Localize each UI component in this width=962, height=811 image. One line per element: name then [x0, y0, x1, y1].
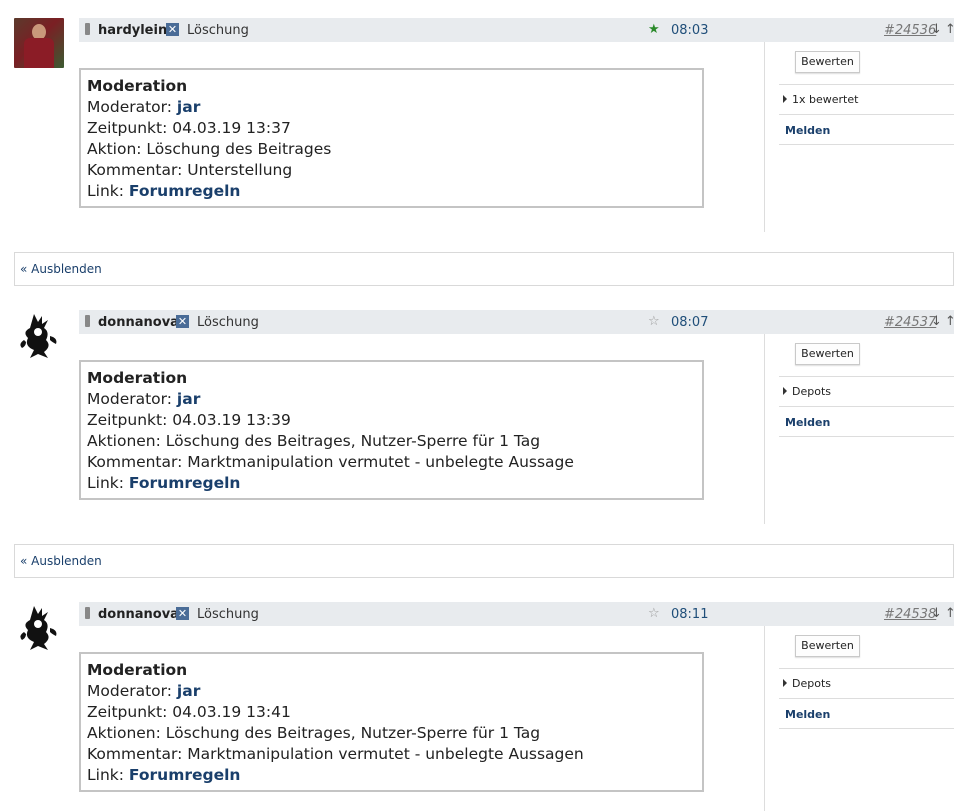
column-divider	[764, 42, 765, 232]
link-label: Link:	[87, 474, 129, 492]
moderation-title: Moderation	[87, 661, 188, 679]
moderator-line: Moderator: jar	[87, 681, 696, 702]
moderator-label: Moderator:	[87, 390, 177, 408]
user-avatar[interactable]	[14, 310, 64, 360]
moderator-link[interactable]: jar	[177, 390, 200, 408]
link-label: Link:	[87, 182, 129, 200]
moderation-time: Zeitpunkt: 04.03.19 13:37	[87, 119, 291, 137]
hide-bar: « Ausblenden	[14, 252, 954, 286]
forum-rules-link[interactable]: Forumregeln	[129, 182, 241, 200]
sidebar-divider	[779, 114, 954, 115]
user-avatar[interactable]	[14, 602, 64, 652]
sidebar-divider	[779, 436, 954, 437]
expand-triangle-icon	[783, 95, 787, 103]
depots-toggle[interactable]: Depots	[783, 677, 831, 690]
post-number-link[interactable]: #24537	[884, 315, 936, 330]
spade-figure-icon	[20, 606, 57, 650]
post-status: Löschung	[197, 315, 259, 330]
moderator-link[interactable]: jar	[177, 682, 200, 700]
depots-toggle[interactable]: Depots	[783, 385, 831, 398]
deleted-x-icon: ✕	[176, 315, 189, 328]
column-divider	[764, 626, 765, 811]
ratings-label: 1x bewertet	[792, 93, 859, 106]
user-avatar[interactable]	[14, 18, 64, 68]
star-icon[interactable]: ★	[648, 22, 660, 37]
moderator-label: Moderator:	[87, 98, 177, 116]
sidebar-divider	[779, 728, 954, 729]
post-time: 08:11	[671, 607, 709, 622]
expand-triangle-icon	[783, 679, 787, 687]
post-username[interactable]: donnanova:	[98, 607, 184, 622]
star-icon[interactable]: ☆	[648, 606, 660, 621]
navigate-arrows-icon[interactable]: ↓↑	[931, 22, 959, 37]
moderation-box: Moderation Moderator: jar Zeitpunkt: 04.…	[79, 68, 704, 208]
moderation-box: Moderation Moderator: jar Zeitpunkt: 04.…	[79, 652, 704, 792]
sidebar-divider	[779, 698, 954, 699]
post-status: Löschung	[187, 23, 249, 38]
report-link[interactable]: Melden	[785, 124, 830, 137]
moderation-comment: Kommentar: Marktmanipulation vermutet - …	[87, 453, 574, 471]
moderation-time: Zeitpunkt: 04.03.19 13:41	[87, 703, 291, 721]
hide-link[interactable]: « Ausblenden	[20, 554, 102, 568]
expand-triangle-icon	[783, 387, 787, 395]
rules-line: Link: Forumregeln	[87, 181, 696, 202]
rules-line: Link: Forumregeln	[87, 765, 696, 786]
spade-figure-icon	[20, 314, 57, 358]
moderation-action: Aktionen: Löschung des Beitrages, Nutzer…	[87, 432, 541, 450]
hide-link[interactable]: « Ausblenden	[20, 262, 102, 276]
online-status-icon	[85, 23, 90, 35]
forum-rules-link[interactable]: Forumregeln	[129, 766, 241, 784]
post-time: 08:07	[671, 315, 709, 330]
post-header: donnanova: ✕ Löschung ☆ 08:07 #24537 ↓↑	[79, 310, 956, 334]
moderation-comment: Kommentar: Marktmanipulation vermutet - …	[87, 745, 584, 763]
column-divider	[764, 334, 765, 524]
ratings-toggle[interactable]: 1x bewertet	[783, 93, 858, 106]
navigate-arrows-icon[interactable]: ↓↑	[931, 606, 959, 621]
online-status-icon	[85, 607, 90, 619]
moderation-comment: Kommentar: Unterstellung	[87, 161, 293, 179]
post-time: 08:03	[671, 23, 709, 38]
moderation-action: Aktion: Löschung des Beitrages	[87, 140, 332, 158]
avatar-body	[24, 38, 54, 68]
post-number-link[interactable]: #24536	[884, 23, 936, 38]
post-header: hardylein: ✕ Löschung ★ 08:03 #24536 ↓↑	[79, 18, 956, 42]
moderation-title: Moderation	[87, 77, 188, 95]
navigate-arrows-icon[interactable]: ↓↑	[931, 314, 959, 329]
post-status: Löschung	[197, 607, 259, 622]
post-username[interactable]: donnanova:	[98, 315, 184, 330]
sidebar-divider	[779, 376, 954, 377]
rate-button[interactable]: Bewerten	[795, 635, 860, 657]
moderator-line: Moderator: jar	[87, 97, 696, 118]
star-icon[interactable]: ☆	[648, 314, 660, 329]
moderator-line: Moderator: jar	[87, 389, 696, 410]
online-status-icon	[85, 315, 90, 327]
rate-button[interactable]: Bewerten	[795, 51, 860, 73]
sidebar-divider	[779, 668, 954, 669]
hide-bar: « Ausblenden	[14, 544, 954, 578]
moderation-title: Moderation	[87, 369, 188, 387]
moderator-link[interactable]: jar	[177, 98, 200, 116]
moderator-label: Moderator:	[87, 682, 177, 700]
moderation-box: Moderation Moderator: jar Zeitpunkt: 04.…	[79, 360, 704, 500]
post-header: donnanova: ✕ Löschung ☆ 08:11 #24538 ↓↑	[79, 602, 956, 626]
post-number-link[interactable]: #24538	[884, 607, 936, 622]
sidebar-divider	[779, 84, 954, 85]
sidebar-divider	[779, 144, 954, 145]
forum-rules-link[interactable]: Forumregeln	[129, 474, 241, 492]
post-username[interactable]: hardylein:	[98, 23, 172, 38]
deleted-x-icon: ✕	[166, 23, 179, 36]
depots-label: Depots	[792, 677, 831, 690]
moderation-action: Aktionen: Löschung des Beitrages, Nutzer…	[87, 724, 541, 742]
report-link[interactable]: Melden	[785, 416, 830, 429]
moderation-time: Zeitpunkt: 04.03.19 13:39	[87, 411, 291, 429]
report-link[interactable]: Melden	[785, 708, 830, 721]
deleted-x-icon: ✕	[176, 607, 189, 620]
depots-label: Depots	[792, 385, 831, 398]
rate-button[interactable]: Bewerten	[795, 343, 860, 365]
rules-line: Link: Forumregeln	[87, 473, 696, 494]
sidebar-divider	[779, 406, 954, 407]
link-label: Link:	[87, 766, 129, 784]
